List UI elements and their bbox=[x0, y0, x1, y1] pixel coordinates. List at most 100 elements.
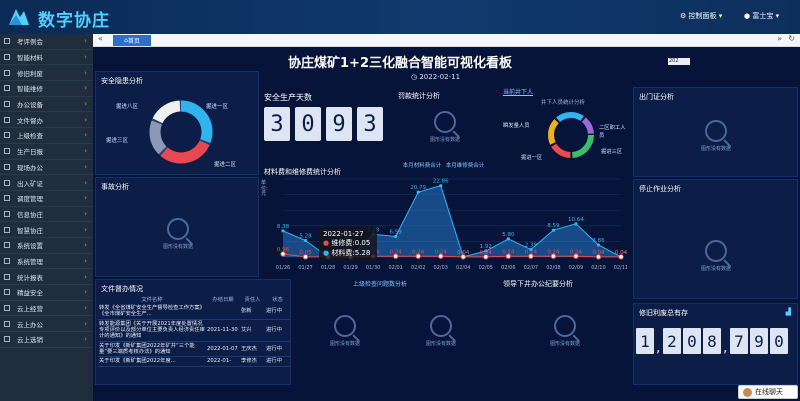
ring-label: 瞬发量人员 bbox=[503, 123, 530, 129]
sidebar-item[interactable]: 智能维修 › bbox=[0, 81, 93, 97]
x-tick-label: 01/29 bbox=[343, 265, 357, 271]
table-row[interactable]: 转发能源集团《关于开展2021年度处置情况专项评价以及部分单位主要负责人经济责任… bbox=[98, 319, 290, 342]
table-cell: 转发《全省煤矿安全生产督导检查工作方案》《全市煤矿安全生产... bbox=[98, 304, 206, 320]
sidebar-item-label: 考评例会 bbox=[17, 38, 43, 47]
nodata-text: 图形没有数据 bbox=[162, 244, 193, 250]
board-date: ◷ 2022-02-11 bbox=[411, 73, 460, 81]
sidebar-item[interactable]: 出入矿证 › bbox=[0, 175, 93, 191]
footer bbox=[93, 387, 800, 401]
sidebar-item-label: 智慧协庄 bbox=[17, 226, 43, 235]
ring-chart bbox=[548, 112, 594, 158]
sidebar-item[interactable]: 系统管理 › bbox=[0, 254, 93, 270]
chevron-right-icon: › bbox=[84, 162, 87, 171]
sidebar-item[interactable]: 考评例会 › bbox=[0, 34, 93, 50]
menu-icon bbox=[4, 226, 10, 233]
sidebar-item[interactable]: 文件督办 › bbox=[0, 112, 93, 129]
nodata-text: 图形没有数据 bbox=[700, 146, 731, 152]
sidebar-item[interactable]: 云上经营 › bbox=[0, 301, 93, 317]
table-row[interactable]: 转发《全省煤矿安全生产督导检查工作方案》《全市煤矿安全生产... 张新 进行中 bbox=[98, 304, 290, 320]
counter-digit: , bbox=[656, 340, 661, 356]
trend-icon: ▟ bbox=[785, 308, 791, 316]
avatar bbox=[743, 387, 752, 397]
control-panel-menu[interactable]: ⚙ 控制面板 ▾ bbox=[680, 11, 722, 21]
data-label: 0.04 bbox=[615, 250, 627, 256]
table-cell: 2022-01-07 bbox=[206, 341, 240, 358]
clock-icon: ◷ bbox=[411, 73, 418, 81]
legend-repair[interactable]: 本月维修费合计 bbox=[445, 161, 485, 169]
panel-title: 停止作业分析 bbox=[639, 185, 681, 193]
underground-subtitle: 井下人员统计分析 bbox=[541, 100, 586, 106]
data-label: 0.05 bbox=[299, 250, 312, 256]
underground-title[interactable]: 当前井下人 bbox=[503, 87, 533, 96]
sidebar-item[interactable]: 上级检查 › bbox=[0, 128, 93, 144]
underground-panel: 当前井下人 井下人员统计分析 瞬发量人员 二区职工人员 掘进一区 掘进三区 bbox=[497, 85, 627, 169]
material-chart-panel: 材料费和维修费统计分析 本月材料费合计 本月维修费合计 单位:元 01/26 01… bbox=[259, 163, 627, 275]
table-row[interactable]: 关于印发《新矿集团2022年矿井“三个能量”要三端质考核办法》的通知 2022-0… bbox=[98, 341, 290, 358]
sidebar-item[interactable]: 信息协庄 › bbox=[0, 207, 93, 223]
sidebar-item[interactable]: 统计报表 › bbox=[0, 269, 93, 285]
menu-icon bbox=[4, 195, 10, 202]
upper-check-empty: 图形没有数据 bbox=[411, 315, 471, 347]
sidebar-item-label: 智能材料 bbox=[17, 54, 43, 63]
menu-icon bbox=[4, 163, 10, 170]
x-tick-label: 02/06 bbox=[501, 265, 515, 271]
chevron-right-icon: › bbox=[84, 241, 87, 250]
legend-dot: ● bbox=[323, 239, 330, 247]
legend-material[interactable]: 本月材料费合计 bbox=[399, 161, 445, 169]
sidebar-item[interactable]: 智能材料 › bbox=[0, 50, 93, 66]
donut-label: 掘进八区 bbox=[116, 104, 139, 110]
tab-scroll-left-button[interactable]: « bbox=[98, 34, 103, 43]
data-label: 0.24 bbox=[390, 249, 403, 255]
tab-home[interactable]: ⌂ 首页 bbox=[113, 35, 151, 46]
table-row[interactable]: 关于印发《新矿集团2022年度... 2022-01- 李修杰 进行中 bbox=[98, 356, 290, 367]
counter-digit: 1 bbox=[636, 328, 654, 354]
menu-icon bbox=[4, 289, 10, 296]
sidebar-item[interactable]: 云上办公 › bbox=[0, 316, 93, 333]
magnifier-icon bbox=[705, 120, 727, 142]
stop-work-empty: 图形没有数据 bbox=[686, 240, 746, 272]
x-tick-label: 02/02 bbox=[411, 265, 425, 271]
user-menu[interactable]: ● 富士宝 ▾ bbox=[744, 11, 779, 21]
table-cell: 李修杰 bbox=[240, 356, 265, 367]
data-label: 0.24 bbox=[502, 249, 515, 255]
safe-days-panel: 安全生产天数 3093 bbox=[259, 85, 389, 161]
counter-digit: 7 bbox=[730, 328, 748, 354]
donut-label: 掘进三区 bbox=[106, 138, 129, 144]
dashboard: 协庄煤矿1+2三化融合智能可视化看板 ◷ 2022-02-11 202 安全隐患… bbox=[93, 47, 800, 387]
chevron-right-icon: › bbox=[84, 304, 87, 313]
sidebar-item-label: 现场办公 bbox=[17, 163, 43, 172]
x-tick-label: 02/05 bbox=[479, 265, 493, 271]
sidebar-item[interactable]: 修旧利废 › bbox=[0, 65, 93, 82]
sidebar-item[interactable]: 现场办公 › bbox=[0, 160, 93, 176]
legend-dot: ● bbox=[323, 249, 330, 257]
counter-digit: 0 bbox=[683, 328, 701, 354]
sidebar-item[interactable]: 智慧协庄 › bbox=[0, 222, 93, 238]
recycle-counter: 1,208,790 bbox=[636, 328, 796, 356]
tab-home-label: 首页 bbox=[127, 38, 140, 45]
left-empty: 图形没有数据 bbox=[315, 315, 375, 347]
tab-scroll-right-button[interactable]: » bbox=[777, 34, 782, 43]
lead-down-panel: 领导下井办公纪要分析 图形没有数据 bbox=[503, 275, 629, 383]
docs-table: 文件名称 办结日期 责任人 状态 转发《全省煤矿安全生产督导检查工作方案》《全市煤矿安… bbox=[98, 294, 290, 367]
sidebar-item[interactable]: 调度管理 › bbox=[0, 191, 93, 207]
chat-button[interactable]: 在线聊天 bbox=[738, 385, 798, 399]
sidebar-item[interactable]: 系统设置 › bbox=[0, 238, 93, 254]
sidebar-item-label: 信息协庄 bbox=[17, 210, 43, 219]
x-tick-label: 02/08 bbox=[546, 265, 560, 271]
menu-icon bbox=[4, 210, 10, 217]
sidebar-item[interactable]: 办公设备 › bbox=[0, 97, 93, 113]
sidebar-item[interactable]: 云上选销 › bbox=[0, 332, 93, 348]
violation-panel: 罚款统计分析 图形没有数据 bbox=[393, 87, 497, 157]
sidebar-item[interactable]: 生产日报 › bbox=[0, 144, 93, 160]
table-cell: 进行中 bbox=[265, 304, 290, 320]
sidebar-item-label: 云上经营 bbox=[17, 305, 43, 314]
x-tick-label: 02/03 bbox=[434, 265, 448, 271]
sidebar-item-label: 办公设备 bbox=[17, 101, 43, 110]
data-label: 5.28 bbox=[299, 234, 312, 240]
refresh-icon[interactable]: ↻ bbox=[788, 34, 795, 43]
sidebar-item[interactable]: 精益安全 › bbox=[0, 285, 93, 301]
table-cell: 进行中 bbox=[265, 356, 290, 367]
panel-title: 上级检查问题数分析 bbox=[353, 281, 408, 288]
ticker-input[interactable]: 202 bbox=[668, 58, 690, 65]
menu-icon bbox=[4, 179, 10, 186]
